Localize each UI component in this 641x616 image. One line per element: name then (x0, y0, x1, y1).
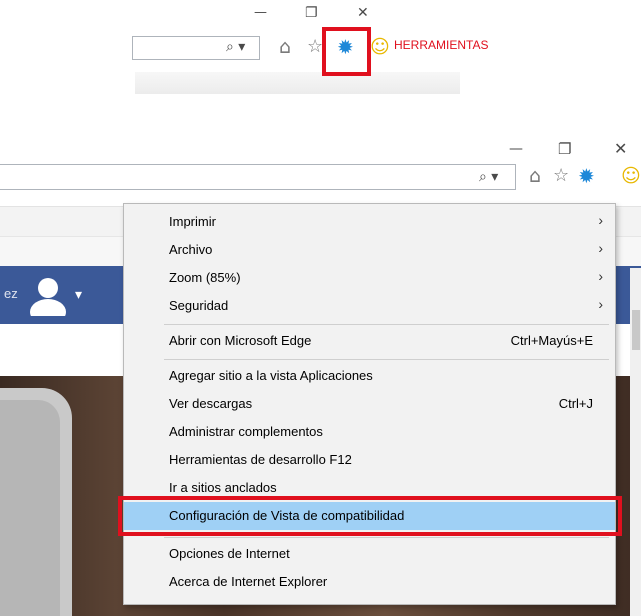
photo-device-inner (0, 400, 60, 616)
menu-item-label: Imprimir (169, 214, 216, 229)
menu-item-label: Seguridad (169, 298, 229, 313)
menu-item-label: Zoom (85%) (169, 270, 241, 285)
close-icon[interactable]: ✕ (614, 141, 627, 157)
chevron-right-icon: › (598, 268, 603, 284)
menu-item-imprimir[interactable]: Imprimir › (124, 208, 615, 236)
chevron-right-icon: › (598, 240, 603, 256)
menu-item-label: Administrar complementos (169, 424, 323, 439)
menu-item-label: Herramientas de desarrollo F12 (169, 452, 352, 467)
minimize-icon[interactable]: — (254, 6, 267, 19)
search-icon[interactable]: ⌕ ▾ (479, 170, 498, 184)
search-icon[interactable]: ⌕ ▾ (226, 40, 245, 54)
menu-item-view-downloads[interactable]: Ver descargas Ctrl+J (124, 390, 615, 418)
chevron-right-icon: › (598, 296, 603, 312)
smiley-icon[interactable]: ☺ (621, 167, 641, 186)
menu-separator (164, 324, 609, 325)
menu-item-manage-addons[interactable]: Administrar complementos (124, 418, 615, 446)
menu-item-open-edge[interactable]: Abrir con Microsoft Edge Ctrl+Mayús+E (124, 327, 615, 355)
compatibility-highlight-box (118, 496, 622, 536)
smiley-icon[interactable]: ☺ (370, 38, 390, 57)
toolbar-snippet-top-bar (135, 72, 460, 94)
menu-item-label: Ir a sitios anclados (169, 480, 277, 495)
profile-caret-icon[interactable]: ▾ (75, 286, 82, 303)
restore-icon[interactable]: ❐ (558, 142, 571, 157)
menu-item-archivo[interactable]: Archivo › (124, 236, 615, 264)
star-icon[interactable]: ☆ (307, 38, 323, 56)
star-icon[interactable]: ☆ (553, 167, 569, 185)
menu-item-about-ie[interactable]: Acerca de Internet Explorer (124, 568, 615, 596)
address-bar[interactable] (0, 164, 516, 190)
menu-item-dev-tools[interactable]: Herramientas de desarrollo F12 (124, 446, 615, 474)
avatar-icon[interactable] (26, 276, 70, 316)
menu-separator (164, 537, 609, 538)
profile-name-fragment: ez (4, 286, 18, 301)
menu-item-label: Acerca de Internet Explorer (169, 574, 328, 589)
restore-icon[interactable]: ❐ (305, 6, 318, 20)
menu-item-add-site-apps[interactable]: Agregar sitio a la vista Aplicaciones (124, 362, 615, 390)
chevron-right-icon: › (598, 212, 603, 228)
menu-item-shortcut: Ctrl+Mayús+E (510, 333, 593, 348)
menu-separator (164, 359, 609, 360)
menu-item-label: Abrir con Microsoft Edge (169, 333, 312, 348)
tools-annotation-label: HERRAMIENTAS (394, 38, 489, 52)
menu-item-seguridad[interactable]: Seguridad › (124, 292, 615, 320)
tools-menu: Imprimir › Archivo › Zoom (85%) › Seguri… (123, 203, 616, 605)
menu-item-label: Agregar sitio a la vista Aplicaciones (169, 368, 373, 383)
scrollbar-thumb[interactable] (632, 310, 640, 350)
menu-item-label: Ver descargas (169, 396, 253, 411)
menu-item-zoom[interactable]: Zoom (85%) › (124, 264, 615, 292)
gear-icon[interactable]: ✹ (578, 166, 595, 186)
menu-item-label: Opciones de Internet (169, 546, 290, 561)
home-icon[interactable]: ⌂ (529, 167, 541, 186)
minimize-icon[interactable]: — (509, 142, 523, 156)
menu-item-label: Archivo (169, 242, 213, 257)
close-icon[interactable]: ✕ (357, 6, 369, 20)
menu-item-internet-options[interactable]: Opciones de Internet (124, 540, 615, 568)
home-icon[interactable]: ⌂ (279, 38, 291, 57)
gear-icon[interactable]: ✹ (337, 37, 354, 57)
menu-item-shortcut: Ctrl+J (558, 396, 593, 411)
